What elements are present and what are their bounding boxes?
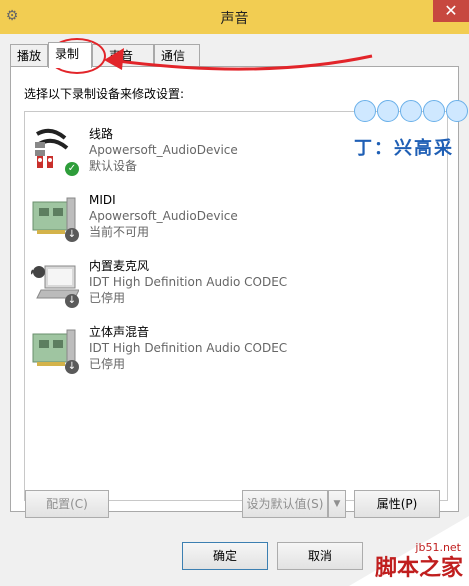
tab-communications[interactable]: 通信 [154,44,200,66]
close-button[interactable]: ✕ [433,0,469,22]
watermark-dot [400,100,422,122]
sound-dialog: ⚙ 声音 ✕ 播放 录制 声音 通信 选择以下录制设备来修改设置: ✓ 线路 A… [0,0,469,586]
set-default-button[interactable]: 设为默认值(S) [242,490,328,518]
device-status: 当前不可用 [89,225,150,239]
unavailable-arrow-icon: ↓ [65,228,79,242]
watermark-dot [446,100,468,122]
device-description: Apowersoft_AudioDevice [89,209,238,223]
list-item[interactable]: ↓ MIDI Apowersoft_AudioDevice 当前不可用 [25,186,445,250]
device-name: 内置麦克风 [89,259,150,273]
tab-recording[interactable]: 录制 [48,42,92,68]
default-device-check-icon: ✓ [65,162,79,176]
watermark-dot [377,100,399,122]
site-name: 脚本之家 [374,556,463,581]
device-status: 已停用 [89,291,126,305]
device-description: Apowersoft_AudioDevice [89,143,238,157]
instruction-text: 选择以下录制设备来修改设置: [24,87,185,101]
disabled-arrow-icon: ↓ [65,294,79,308]
title-bar[interactable]: ⚙ 声音 ✕ [0,0,469,34]
watermark: 丁：兴高采 [352,100,469,170]
watermark-text: 丁：兴高采 [354,138,454,159]
device-name: MIDI [89,193,116,207]
window-title: 声音 [220,11,249,27]
device-name: 线路 [89,127,114,141]
device-description: IDT High Definition Audio CODEC [89,275,288,289]
configure-button[interactable]: 配置(C) [25,490,109,518]
set-default-dropdown-button[interactable]: ▼ [328,490,346,518]
tab-playback[interactable]: 播放 [10,44,48,66]
disabled-arrow-icon: ↓ [65,360,79,374]
device-name: 立体声混音 [89,325,150,339]
watermark-dot [354,100,376,122]
chevron-down-icon: ▼ [333,499,341,509]
list-item[interactable]: ↓ 内置麦克风 IDT High Definition Audio CODEC … [25,252,445,316]
device-status: 已停用 [89,357,126,371]
ok-button[interactable]: 确定 [182,542,268,570]
properties-button[interactable]: 属性(P) [354,490,440,518]
list-item[interactable]: ↓ 立体声混音 IDT High Definition Audio CODEC … [25,318,445,382]
site-corner-badge: jb51.net 脚本之家 [349,516,469,586]
device-description: IDT High Definition Audio CODEC [89,341,288,355]
watermark-dot [423,100,445,122]
device-status: 默认设备 [89,159,138,173]
